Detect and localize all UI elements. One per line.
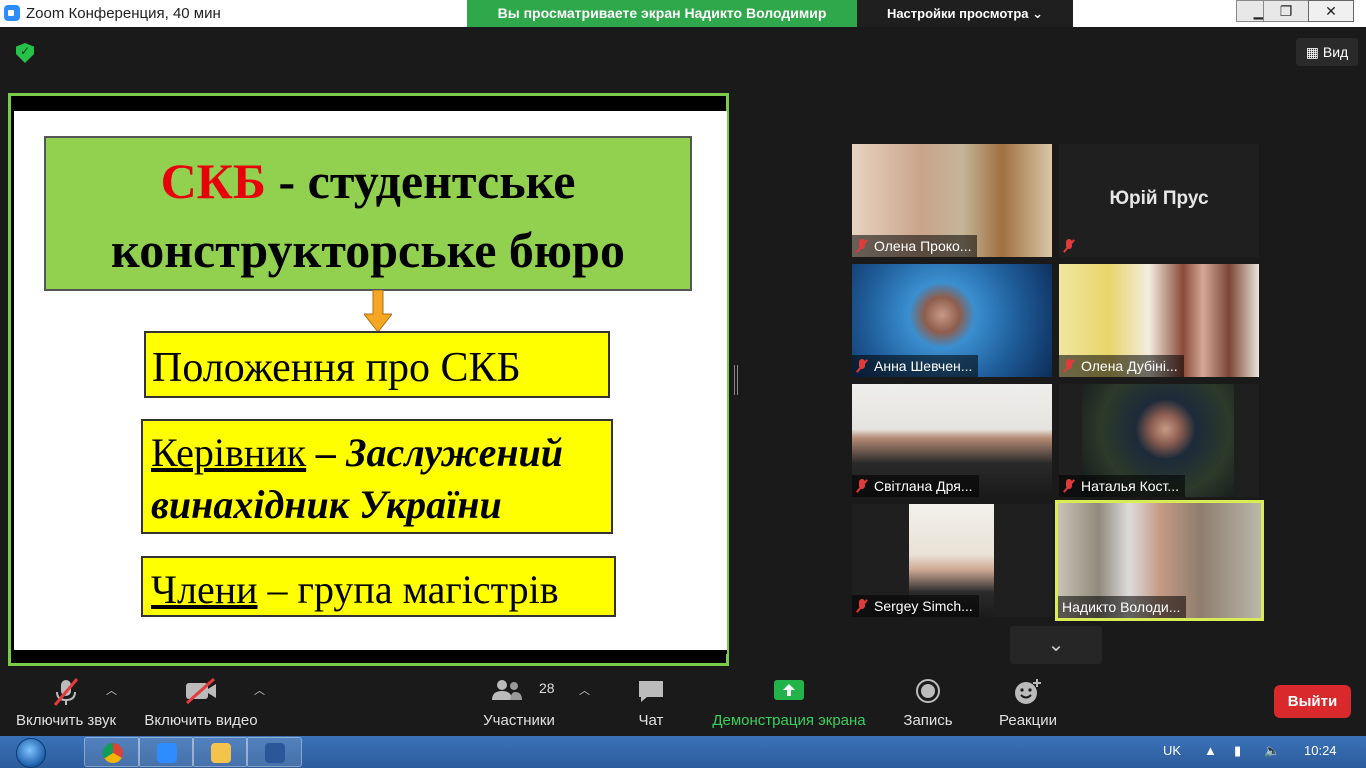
- slide-box-head-line2: винахідник України: [151, 482, 502, 527]
- slide-box-members: Члени – група магістрів: [141, 556, 616, 617]
- panel-splitter-handle[interactable]: [734, 365, 738, 395]
- view-settings-dropdown[interactable]: Настройки просмотра ⌄: [857, 0, 1073, 27]
- maximize-button[interactable]: ❐: [1263, 0, 1309, 22]
- participant-tile[interactable]: Наталья Кост...: [1059, 384, 1259, 497]
- folder-icon: [211, 743, 231, 763]
- reactions-label: Реакции: [999, 712, 1057, 729]
- share-screen-icon: [774, 680, 804, 700]
- record-button[interactable]: Запись: [898, 668, 958, 736]
- reactions-button[interactable]: Реакции: [994, 668, 1062, 736]
- share-screen-label: Демонстрация экрана: [712, 712, 866, 729]
- encryption-shield-icon[interactable]: [16, 43, 34, 63]
- zoom-icon: [157, 743, 177, 763]
- meeting-toolbar: Включить звук ︿ Включить видео ︿ 28 Учас…: [0, 668, 1366, 736]
- mic-muted-icon: [856, 359, 868, 373]
- down-arrow-icon: [364, 290, 392, 332]
- taskbar-zoom[interactable]: [138, 737, 194, 767]
- windows-taskbar: UK ▲ ▮ 🔈 10:24: [0, 736, 1366, 768]
- mic-muted-icon: [856, 599, 868, 613]
- mic-muted-icon: [856, 479, 868, 493]
- participant-display-name: Юрій Прус: [1109, 188, 1209, 209]
- chat-icon: [639, 681, 663, 702]
- view-button-label: Вид: [1322, 44, 1349, 60]
- participant-tile[interactable]: Олена Проко...: [852, 144, 1052, 257]
- presentation-slide: СКБ - студентське конструкторське бюро П…: [14, 108, 727, 654]
- participant-tile-active-speaker[interactable]: Надикто Володи...: [1055, 500, 1264, 621]
- word-icon: [265, 743, 285, 763]
- slide-title-box: СКБ - студентське конструкторське бюро: [44, 136, 692, 291]
- taskbar-word[interactable]: [246, 737, 302, 767]
- start-video-label: Включить видео: [144, 712, 258, 729]
- participants-options-caret-icon[interactable]: ︿: [579, 682, 590, 698]
- windows-logo-icon: [16, 738, 46, 768]
- slide-box-head-rest: – Заслужений: [306, 430, 564, 475]
- participant-name: Надикто Володи...: [1062, 599, 1181, 615]
- mic-muted-icon: [1063, 239, 1075, 253]
- participant-name: Наталья Кост...: [1081, 478, 1180, 494]
- slide-title-line2: конструкторське бюро: [111, 222, 625, 278]
- share-screen-button[interactable]: Демонстрация экрана: [706, 668, 872, 736]
- window-title: Zoom Конференция, 40 мин: [26, 5, 221, 22]
- video-options-caret-icon[interactable]: ︿: [254, 682, 265, 698]
- volume-icon[interactable]: 🔈: [1264, 736, 1280, 768]
- record-icon: [916, 679, 940, 703]
- participants-label: Участники: [483, 712, 555, 729]
- participants-icon: [492, 680, 522, 700]
- unmute-label: Включить звук: [15, 712, 117, 729]
- participants-button[interactable]: 28 Участники: [476, 668, 562, 736]
- participant-tile[interactable]: Sergey Simch...: [852, 504, 1052, 617]
- shared-screen: СКБ - студентське конструкторське бюро П…: [8, 93, 729, 666]
- slide-box-regulation: Положення про СКБ: [144, 331, 610, 398]
- screen-share-banner: Вы просматриваете экран Надикто Володими…: [467, 0, 857, 27]
- leave-meeting-button[interactable]: Выйти: [1274, 685, 1351, 718]
- view-button[interactable]: ▦ Вид: [1296, 38, 1358, 66]
- reactions-emoji-icon: [1015, 679, 1041, 704]
- chat-label: Чат: [638, 712, 664, 729]
- audio-options-caret-icon[interactable]: ︿: [106, 682, 117, 698]
- mic-muted-icon: [53, 678, 79, 706]
- record-label: Запись: [903, 712, 953, 729]
- slide-title-rest: - студентське: [265, 153, 576, 209]
- start-video-button[interactable]: Включить видео: [140, 668, 262, 736]
- taskbar-explorer[interactable]: [192, 737, 248, 767]
- participant-tile[interactable]: Олена Дубіні...: [1059, 264, 1259, 377]
- chat-button[interactable]: Чат: [626, 668, 676, 736]
- slide-box-members-rest: – група магістрів: [257, 567, 559, 612]
- mic-muted-icon: [856, 239, 868, 253]
- slide-box-head-label: Керівник: [151, 430, 307, 475]
- grid-icon: ▦: [1305, 44, 1323, 60]
- slide-box-head: Керівник – Заслужений винахідник України: [141, 419, 613, 534]
- battery-icon[interactable]: ▮: [1234, 736, 1241, 768]
- mic-muted-icon: [1063, 479, 1075, 493]
- participant-name: Світлана Дря...: [874, 478, 973, 494]
- show-hidden-icons-caret-icon[interactable]: ▲: [1204, 736, 1217, 768]
- start-button[interactable]: [10, 736, 54, 768]
- participant-name: Олена Проко...: [874, 238, 972, 254]
- unmute-button[interactable]: Включить звук: [10, 668, 122, 736]
- participant-tile[interactable]: Світлана Дря...: [852, 384, 1052, 497]
- participant-tile[interactable]: Анна Шевчен...: [852, 264, 1052, 377]
- mic-muted-icon: [1063, 359, 1075, 373]
- participants-count: 28: [539, 680, 555, 696]
- slide-box-members-label: Члени: [151, 567, 258, 612]
- zoom-app-icon: [4, 5, 20, 21]
- window-titlebar: Zoom Конференция, 40 мин Вы просматривае…: [0, 0, 1366, 27]
- more-participants-chevron-icon[interactable]: ⌄: [1010, 626, 1102, 664]
- chrome-icon: [103, 743, 123, 763]
- input-language[interactable]: UK: [1163, 736, 1181, 768]
- participant-name: Sergey Simch...: [874, 598, 973, 614]
- close-button[interactable]: ✕: [1308, 0, 1354, 22]
- participant-name: Анна Шевчен...: [874, 358, 973, 374]
- taskbar-chrome[interactable]: [84, 737, 140, 767]
- video-off-icon: [186, 678, 216, 704]
- slide-title-acronym: СКБ: [160, 153, 266, 209]
- clock[interactable]: 10:24: [1304, 736, 1337, 768]
- participant-tile[interactable]: Юрій Прус: [1059, 144, 1259, 257]
- participant-name: Олена Дубіні...: [1081, 358, 1178, 374]
